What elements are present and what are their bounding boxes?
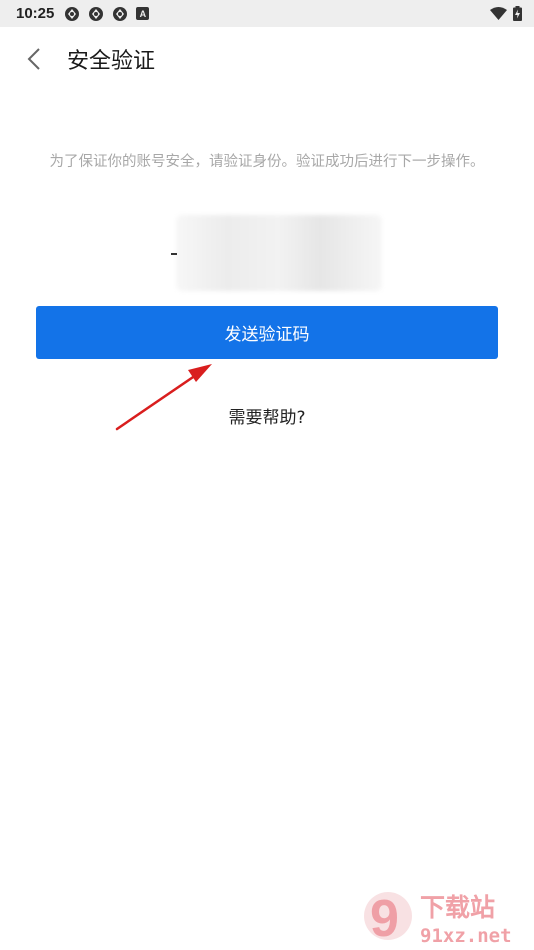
wifi-icon: [490, 7, 507, 20]
back-button[interactable]: [12, 37, 56, 81]
help-link[interactable]: 需要帮助?: [0, 403, 534, 428]
app-notification-icon: [113, 6, 128, 21]
send-code-button[interactable]: 发送验证码: [36, 306, 498, 359]
notification-icons: A: [64, 6, 150, 22]
app-notification-icon: [65, 6, 80, 21]
system-icons: [490, 6, 522, 21]
watermark-glyph: 9: [370, 890, 399, 948]
annotation-arrow: [115, 364, 212, 431]
battery-charging-icon: [513, 6, 522, 21]
chevron-left-icon: [27, 48, 40, 70]
status-time: 10:25: [16, 5, 55, 22]
app-notification-icon: [89, 6, 104, 21]
status-bar: 10:25 A: [0, 0, 534, 27]
app-header: 安全验证: [0, 27, 534, 91]
masked-account-dash: [171, 253, 177, 255]
page-title: 安全验证: [67, 49, 156, 74]
watermark-brand: 下载站: [420, 893, 495, 922]
screen: 10:25 A 安全验证 为了保证你的账号安全，请验证身份。验证成功后进行下一步…: [0, 0, 534, 950]
masked-account-number: [176, 215, 382, 291]
site-watermark-logo: 9 下载站 91xz.net: [364, 890, 512, 948]
verification-hint: 为了保证你的账号安全，请验证身份。验证成功后进行下一步操作。: [49, 154, 485, 170]
watermark-domain: 91xz.net: [420, 925, 512, 947]
keyboard-badge-icon: A: [136, 7, 150, 20]
